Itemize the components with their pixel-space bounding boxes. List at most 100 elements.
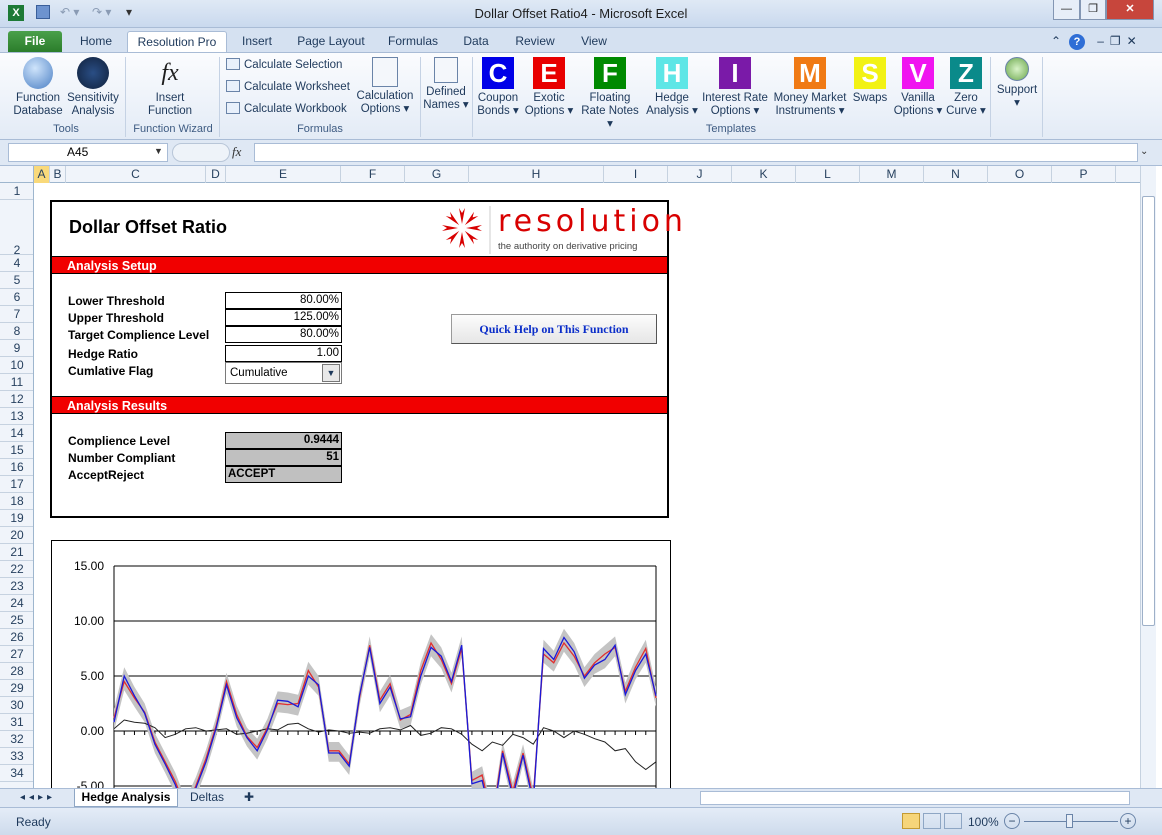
help-icon[interactable]: ? bbox=[1068, 31, 1086, 52]
scroll-thumb[interactable] bbox=[1142, 196, 1155, 626]
tab-resolution-pro[interactable]: Resolution Pro bbox=[127, 31, 227, 52]
defined-names-button[interactable]: Defined Names ▾ bbox=[422, 57, 470, 112]
formula-input[interactable] bbox=[254, 143, 1138, 162]
workbook-window-controls[interactable]: –❐✕ bbox=[1090, 31, 1150, 52]
cumulative-flag-dropdown[interactable]: Cumulative ▼ bbox=[225, 362, 342, 384]
insert-function-button[interactable]: fx Insert Function bbox=[138, 57, 202, 118]
row-header[interactable]: 15 bbox=[0, 442, 33, 459]
row-header[interactable]: 18 bbox=[0, 493, 33, 510]
zoom-in-icon[interactable]: + bbox=[1120, 813, 1136, 829]
horizontal-scrollbar[interactable] bbox=[700, 791, 1130, 805]
template-vanilla-options-button[interactable]: V Vanilla Options ▾ bbox=[891, 57, 945, 118]
calculate-selection-button[interactable]: Calculate Selection bbox=[226, 58, 342, 71]
restore-button[interactable]: ❐ bbox=[1080, 0, 1106, 20]
column-header[interactable]: F bbox=[341, 166, 405, 183]
column-header[interactable]: B bbox=[50, 166, 66, 183]
row-header[interactable]: 27 bbox=[0, 646, 33, 663]
zoom-out-icon[interactable]: − bbox=[1004, 813, 1020, 829]
row-header[interactable]: 26 bbox=[0, 629, 33, 646]
row-header[interactable]: 22 bbox=[0, 561, 33, 578]
row-header[interactable]: 10 bbox=[0, 357, 33, 374]
template-interest-rate-options-button[interactable]: I Interest Rate Options ▾ bbox=[701, 57, 769, 118]
tab-formulas[interactable]: Formulas bbox=[382, 31, 444, 52]
row-header[interactable]: 14 bbox=[0, 425, 33, 442]
quick-help-button[interactable]: Quick Help on This Function bbox=[451, 314, 657, 344]
row-header[interactable]: 34 bbox=[0, 765, 33, 782]
row-header[interactable]: 28 bbox=[0, 663, 33, 680]
row-header[interactable]: 5 bbox=[0, 272, 33, 289]
name-box[interactable]: A45 bbox=[8, 143, 168, 162]
tab-view[interactable]: View bbox=[572, 31, 616, 52]
zoom-slider-thumb[interactable] bbox=[1066, 814, 1073, 828]
column-header[interactable]: M bbox=[860, 166, 924, 183]
column-header[interactable]: O bbox=[988, 166, 1052, 183]
row-header[interactable]: 19 bbox=[0, 510, 33, 527]
row-header[interactable]: 33 bbox=[0, 748, 33, 765]
template-exotic-options-button[interactable]: E Exotic Options ▾ bbox=[524, 57, 574, 118]
row-header[interactable]: 9 bbox=[0, 340, 33, 357]
row-header[interactable]: 11 bbox=[0, 374, 33, 391]
template-zero-curve-button[interactable]: Z Zero Curve ▾ bbox=[946, 57, 986, 118]
column-header[interactable]: H bbox=[469, 166, 604, 183]
chevron-down-icon[interactable]: ▼ bbox=[322, 364, 340, 382]
template-hedge-analysis-button[interactable]: H Hedge Analysis ▾ bbox=[646, 57, 698, 118]
column-header[interactable]: C bbox=[66, 166, 206, 183]
zoom-level[interactable]: 100% bbox=[968, 815, 999, 829]
expand-formula-bar-icon[interactable]: ⌄ bbox=[1140, 146, 1148, 157]
column-header[interactable]: N bbox=[924, 166, 988, 183]
tab-insert[interactable]: Insert bbox=[232, 31, 282, 52]
template-money-market-button[interactable]: M Money Market Instruments ▾ bbox=[771, 57, 849, 118]
row-header[interactable]: 8 bbox=[0, 323, 33, 340]
calculation-options-button[interactable]: Calculation Options ▾ bbox=[354, 57, 416, 116]
tab-page-layout[interactable]: Page Layout bbox=[290, 31, 372, 52]
close-button[interactable]: ✕ bbox=[1106, 0, 1154, 20]
row-header[interactable]: 4 bbox=[0, 255, 33, 272]
tab-data[interactable]: Data bbox=[454, 31, 498, 52]
row-header[interactable]: 30 bbox=[0, 697, 33, 714]
column-header[interactable]: L bbox=[796, 166, 860, 183]
template-floating-rate-notes-button[interactable]: F Floating Rate Notes ▾ bbox=[577, 57, 643, 131]
hedge-ratio-field[interactable]: 1.00 bbox=[225, 345, 342, 362]
row-header[interactable]: 31 bbox=[0, 714, 33, 731]
page-layout-view-icon[interactable] bbox=[923, 813, 941, 829]
row-header[interactable]: 12 bbox=[0, 391, 33, 408]
target-compliance-field[interactable]: 80.00% bbox=[225, 326, 342, 343]
normal-view-icon[interactable] bbox=[902, 813, 920, 829]
sensitivity-analysis-button[interactable]: Sensitivity Analysis bbox=[64, 57, 122, 118]
calculate-workbook-button[interactable]: Calculate Workbook bbox=[226, 102, 347, 115]
upper-threshold-field[interactable]: 125.00% bbox=[225, 309, 342, 326]
template-coupon-bonds-button[interactable]: C Coupon Bonds ▾ bbox=[474, 57, 522, 118]
row-header[interactable]: 13 bbox=[0, 408, 33, 425]
tab-file[interactable]: File bbox=[8, 31, 62, 52]
function-database-button[interactable]: Function Database bbox=[10, 57, 66, 118]
tab-home[interactable]: Home bbox=[70, 31, 122, 52]
tab-review[interactable]: Review bbox=[506, 31, 564, 52]
column-header[interactable]: I bbox=[604, 166, 668, 183]
column-header[interactable]: K bbox=[732, 166, 796, 183]
sheet-tab-hedge-analysis[interactable]: Hedge Analysis bbox=[74, 789, 178, 807]
column-header[interactable]: P bbox=[1052, 166, 1116, 183]
column-header[interactable]: D bbox=[206, 166, 226, 183]
insert-sheet-icon[interactable]: ✚ bbox=[236, 789, 262, 807]
row-header[interactable]: 25 bbox=[0, 612, 33, 629]
row-header[interactable]: 1 bbox=[0, 183, 33, 200]
column-header[interactable]: J bbox=[668, 166, 732, 183]
row-header[interactable]: 29 bbox=[0, 680, 33, 697]
minimize-button[interactable]: — bbox=[1053, 0, 1080, 20]
row-header[interactable]: 2 bbox=[0, 200, 33, 257]
worksheet-grid[interactable]: Dollar Offset Ratio resolution the autho… bbox=[35, 183, 1140, 788]
select-all-corner[interactable] bbox=[0, 166, 34, 183]
row-header[interactable]: 21 bbox=[0, 544, 33, 561]
column-header[interactable]: A bbox=[34, 166, 50, 183]
row-header[interactable]: 24 bbox=[0, 595, 33, 612]
name-box-dropdown-icon[interactable]: ▼ bbox=[154, 146, 163, 156]
vertical-scrollbar[interactable] bbox=[1140, 166, 1156, 788]
row-header[interactable]: 16 bbox=[0, 459, 33, 476]
row-header[interactable]: 32 bbox=[0, 731, 33, 748]
insert-function-icon[interactable]: fx bbox=[232, 144, 241, 160]
row-header[interactable]: 6 bbox=[0, 289, 33, 306]
row-header[interactable]: 7 bbox=[0, 306, 33, 323]
row-header[interactable]: 23 bbox=[0, 578, 33, 595]
calculate-worksheet-button[interactable]: Calculate Worksheet bbox=[226, 80, 350, 93]
column-header[interactable]: G bbox=[405, 166, 469, 183]
